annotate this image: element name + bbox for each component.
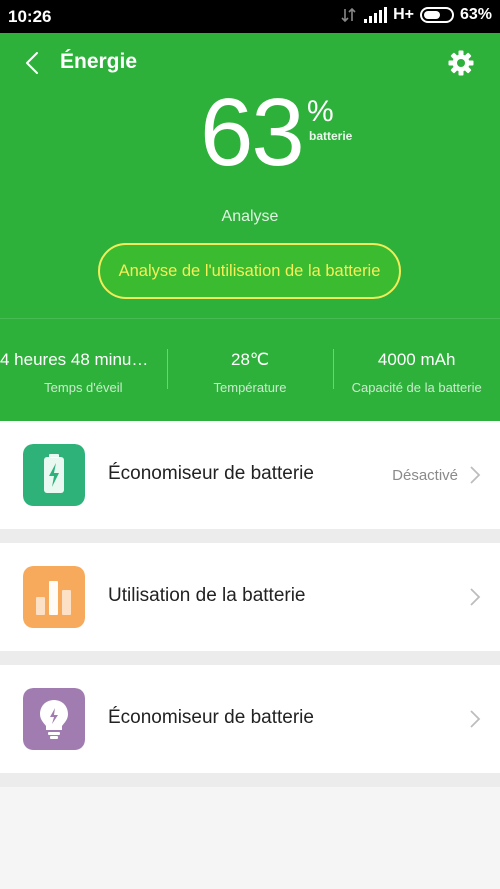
stat-temperature: 28℃ Température — [166, 319, 334, 421]
divider — [0, 651, 500, 665]
divider — [0, 529, 500, 543]
percent-sign: % — [307, 95, 334, 128]
stat-value: 4000 mAh — [377, 350, 456, 369]
battery-stats: 4 heures 48 minu… Temps d'éveil 28℃ Temp… — [0, 318, 500, 421]
row-label: Utilisation de la batterie — [108, 585, 306, 606]
energy-header: Énergie 63 % batterie Analyse Analyse de… — [0, 33, 500, 421]
stat-battery-capacity: 4000 mAh Capacité de la batterie — [333, 319, 500, 421]
page-title: Énergie — [60, 50, 138, 73]
row-label: Économiseur de batterie — [108, 707, 314, 728]
battery-saver-tips-row[interactable]: Économiseur de batterie — [0, 665, 500, 773]
chevron-right-icon — [470, 466, 481, 484]
bar-chart-icon — [23, 566, 85, 628]
stat-label: Température — [213, 380, 287, 395]
stat-value: 4 heures 48 minu… — [0, 350, 149, 369]
battery-level-label: batterie — [309, 129, 353, 143]
battery-saver-row[interactable]: Économiseur de batterie Désactivé — [0, 421, 500, 529]
stat-value: 28℃ — [231, 350, 270, 369]
status-bar: 10:26 H+ 63% — [0, 0, 500, 33]
status-icons: H+ 63% — [340, 6, 492, 24]
chevron-right-icon — [470, 588, 481, 606]
lightbulb-icon — [23, 688, 85, 750]
status-time: 10:26 — [8, 7, 52, 26]
data-transfer-icon — [341, 7, 356, 23]
battery-icon — [419, 7, 454, 23]
row-status: Désactivé — [392, 467, 458, 484]
back-arrow-icon[interactable] — [22, 50, 44, 76]
divider — [0, 773, 500, 787]
stat-awake-time: 4 heures 48 minu… Temps d'éveil — [0, 319, 167, 421]
battery-percent: 63% — [459, 6, 492, 23]
row-label: Économiseur de batterie — [108, 463, 314, 484]
analyse-battery-usage-button[interactable]: Analyse de l'utilisation de la batterie — [98, 243, 401, 299]
signal-strength-icon — [364, 7, 388, 23]
analyse-label: Analyse — [221, 208, 279, 225]
battery-charging-icon — [23, 444, 85, 506]
gear-icon[interactable] — [447, 49, 475, 77]
network-type: H+ — [393, 6, 414, 23]
chevron-right-icon — [470, 710, 481, 728]
battery-usage-row[interactable]: Utilisation de la batterie — [0, 543, 500, 651]
stat-label: Temps d'éveil — [44, 380, 123, 395]
battery-level-value: 63 — [200, 79, 305, 186]
stat-label: Capacité de la batterie — [351, 380, 482, 395]
